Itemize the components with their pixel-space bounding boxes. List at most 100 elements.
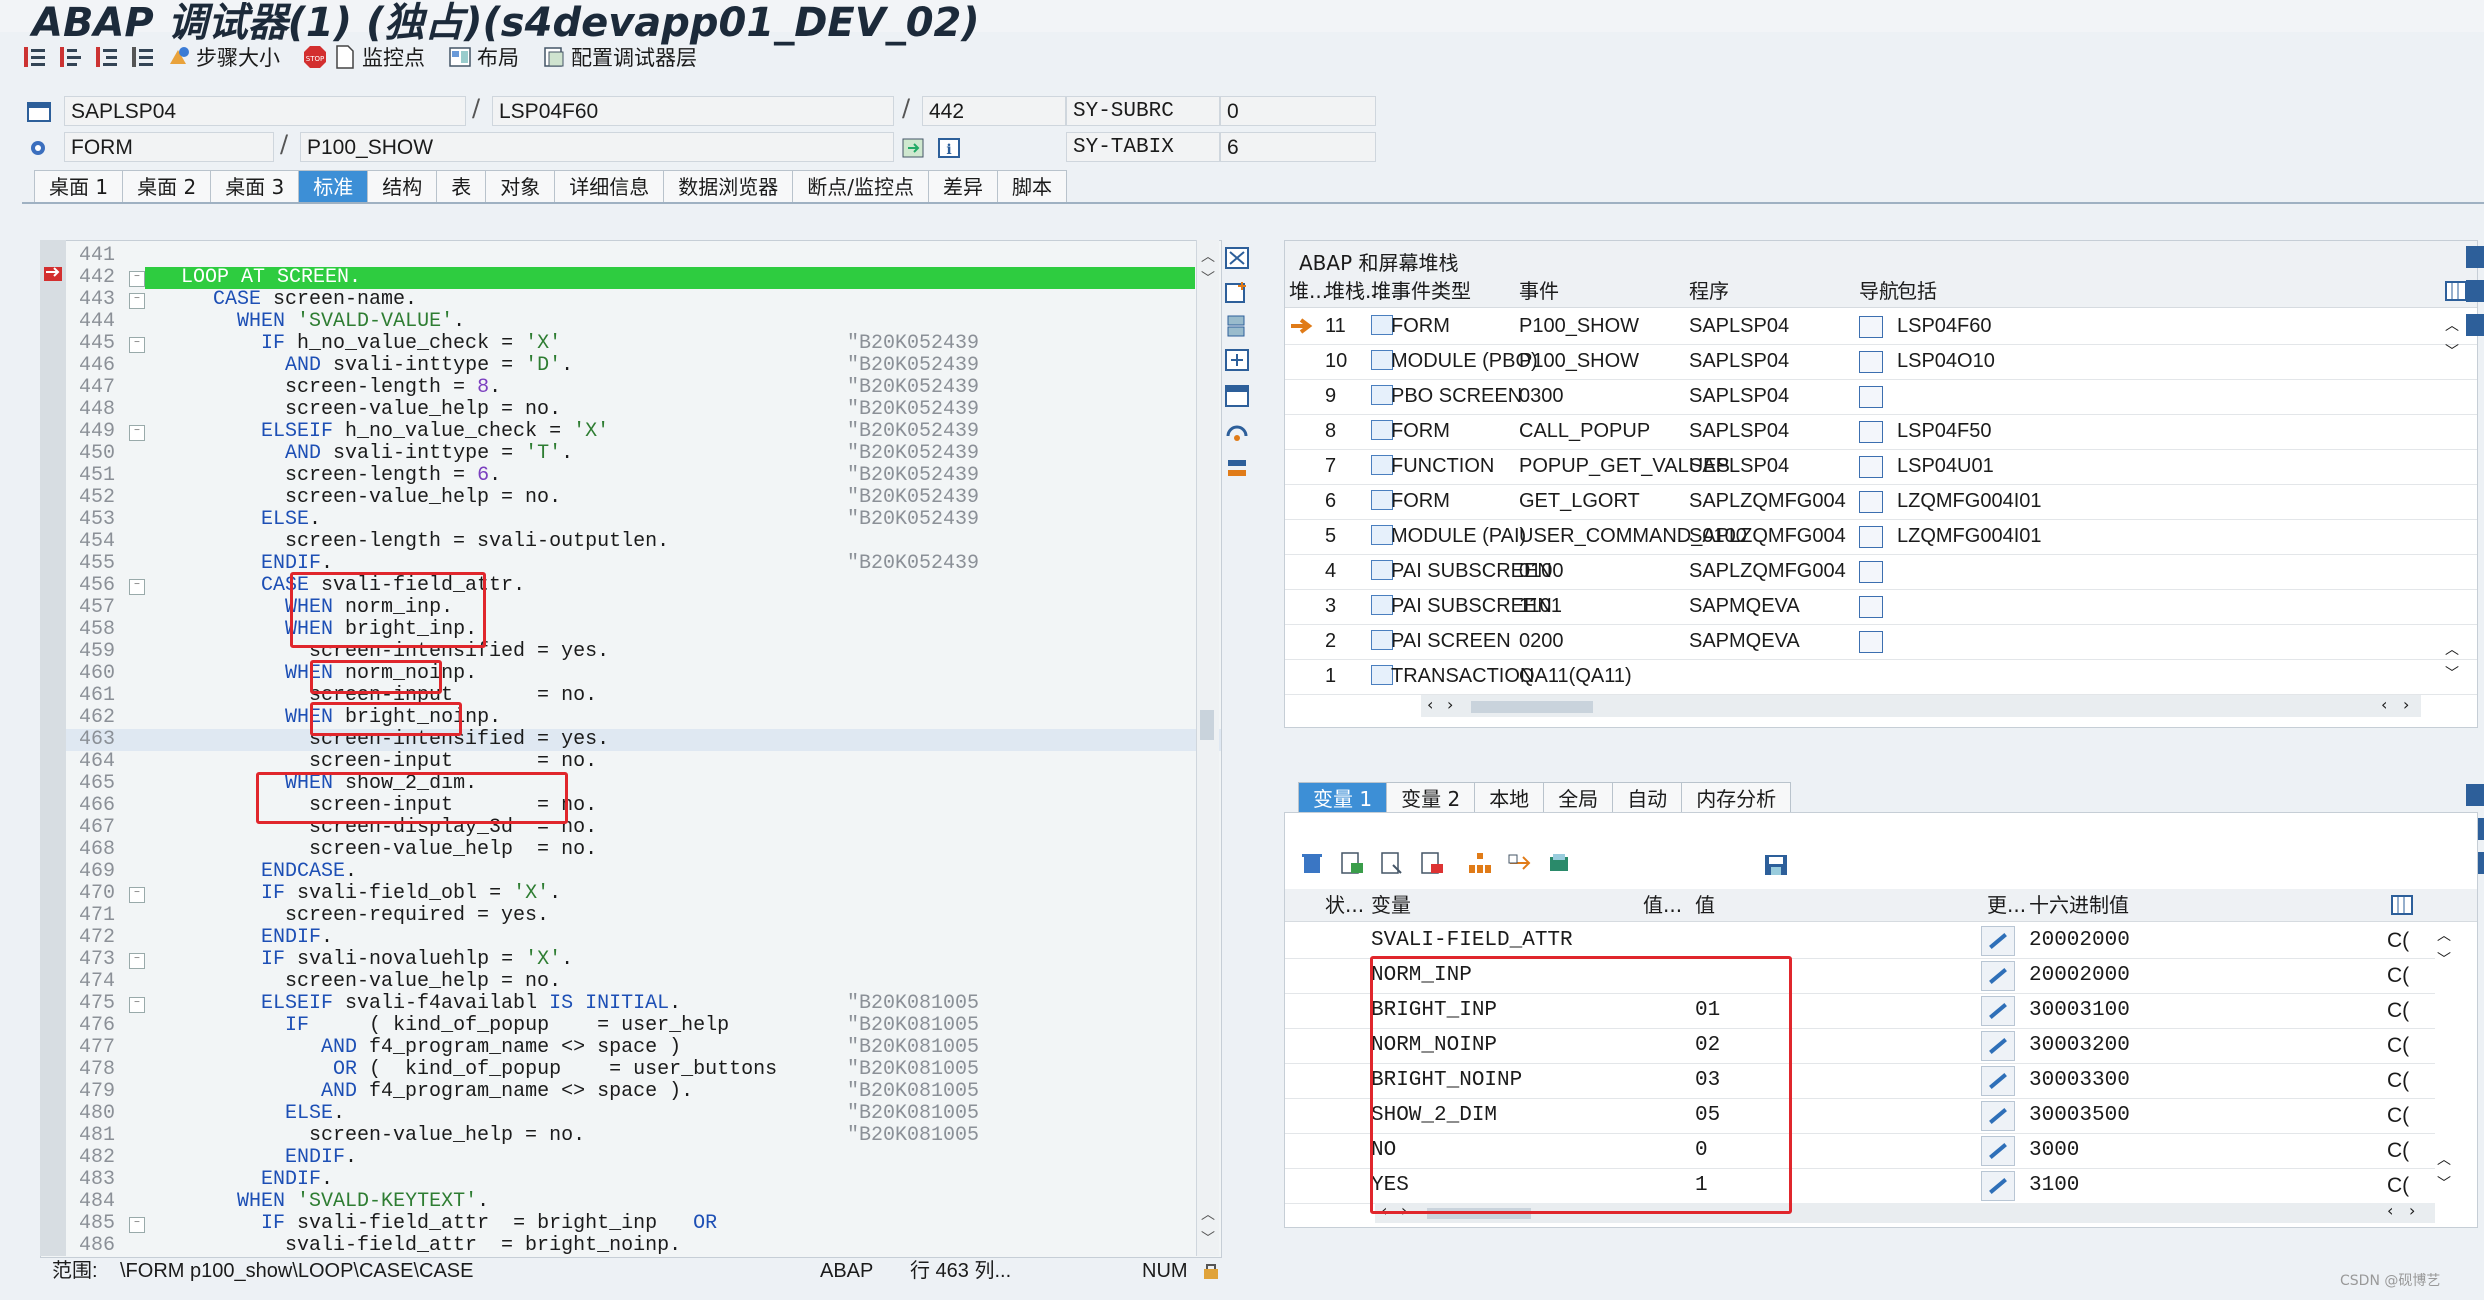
tab-3[interactable]: 标准 bbox=[298, 170, 369, 203]
fold-toggle-icon[interactable]: − bbox=[129, 887, 145, 903]
code-line[interactable]: 472 ENDIF. bbox=[41, 927, 1221, 949]
column-header[interactable]: 堆... bbox=[1289, 275, 1328, 307]
scroll-left-icon[interactable]: ‹ bbox=[2381, 695, 2387, 714]
edit-pencil-icon[interactable] bbox=[1981, 1066, 2015, 1096]
code-line[interactable]: 486 svali-field_attr = bright_noinp. bbox=[41, 1235, 1221, 1257]
code-line[interactable]: 481 screen-value_help = no. "B20K081005 bbox=[41, 1125, 1221, 1147]
variable-tab-4[interactable]: 自动 bbox=[1612, 782, 1683, 815]
code-line[interactable]: 443− CASE screen-name. bbox=[41, 289, 1221, 311]
code-line[interactable]: 455 ENDIF. "B20K052439 bbox=[41, 553, 1221, 575]
tab-1[interactable]: 桌面 2 bbox=[122, 170, 212, 203]
edit-pencil-icon[interactable] bbox=[1981, 926, 2015, 956]
navigate-icon[interactable] bbox=[1859, 309, 1883, 344]
breakpoint-gutter[interactable] bbox=[40, 240, 66, 1256]
code-line[interactable]: 476 IF ( kind_of_popup = user_help "B20K0… bbox=[41, 1015, 1221, 1037]
code-line[interactable]: 485− IF svali-field_attr = bright_inp OR bbox=[41, 1213, 1221, 1235]
stack-row[interactable]: 2 PAI SCREEN 0200 SAPMQEVA bbox=[1285, 624, 2477, 660]
code-line[interactable]: 449− ELSEIF h_no_value_check = 'X' "B20K0… bbox=[41, 421, 1221, 443]
edit-pencil-icon[interactable] bbox=[1981, 1136, 2015, 1166]
code-line[interactable]: 480 ELSE. "B20K081005 bbox=[41, 1103, 1221, 1125]
fold-toggle-icon[interactable]: − bbox=[129, 337, 145, 353]
code-line[interactable]: 461 screen-input = no. bbox=[41, 685, 1221, 707]
fold-toggle-icon[interactable]: − bbox=[129, 997, 145, 1013]
scroll-left-icon[interactable]: ‹ bbox=[1427, 695, 1433, 714]
tab-9[interactable]: 断点/监控点 bbox=[792, 170, 930, 203]
tab-4[interactable]: 结构 bbox=[367, 170, 438, 203]
scroll-right-icon[interactable]: › bbox=[2403, 695, 2409, 714]
code-line[interactable]: 460 WHEN norm_noinp. bbox=[41, 663, 1221, 685]
side-tool-icon[interactable] bbox=[2466, 784, 2484, 806]
fold-toggle-icon[interactable]: − bbox=[129, 953, 145, 969]
scroll-right-icon[interactable]: › bbox=[2409, 1201, 2415, 1220]
column-header[interactable]: 事件 bbox=[1519, 275, 1559, 307]
full-screen-icon[interactable] bbox=[1224, 348, 1250, 372]
column-header[interactable]: 程序 bbox=[1689, 275, 1729, 307]
code-line[interactable]: 441 bbox=[41, 245, 1221, 267]
scroll-up-icon[interactable]: ︿ bbox=[2437, 925, 2451, 945]
side-tool-icon[interactable] bbox=[2466, 314, 2484, 336]
step-size-button[interactable]: 步骤大小 bbox=[166, 42, 280, 72]
transfer-icon[interactable] bbox=[1507, 851, 1533, 879]
editor-scrollbar[interactable]: ︿ ﹀ ︿ ﹀ bbox=[1196, 240, 1219, 1256]
edit-pencil-icon[interactable] bbox=[1981, 1031, 2015, 1061]
delete-icon[interactable] bbox=[1299, 851, 1325, 879]
scroll-down-icon[interactable]: ﹀ bbox=[1201, 1228, 1215, 1248]
navigate-icon[interactable] bbox=[1859, 554, 1883, 589]
code-line[interactable]: 484 WHEN 'SVALD-KEYTEXT'. bbox=[41, 1191, 1221, 1213]
event-type-field[interactable]: FORM bbox=[64, 132, 274, 162]
variable-tab-5[interactable]: 内存分析 bbox=[1681, 782, 1792, 815]
stack-row[interactable]: 5 MODULE (PAI) USER_COMMAND_0100 SAPLZQMFG0… bbox=[1285, 519, 2477, 555]
variable-tab-2[interactable]: 本地 bbox=[1474, 782, 1545, 815]
detail-view-icon[interactable] bbox=[1339, 851, 1365, 879]
tab-8[interactable]: 数据浏览器 bbox=[663, 170, 794, 203]
scroll-up-icon[interactable]: ︿ bbox=[1201, 246, 1215, 266]
tab-7[interactable]: 详细信息 bbox=[554, 170, 665, 203]
scroll-right-icon[interactable]: › bbox=[1447, 695, 1453, 714]
code-line[interactable]: 467 screen-display_3d = no. bbox=[41, 817, 1221, 839]
code-line[interactable]: 462 WHEN bright_noinp. bbox=[41, 707, 1221, 729]
code-line[interactable]: 456− CASE svali-field_attr. bbox=[41, 575, 1221, 597]
code-line[interactable]: 468 screen-value_help = no. bbox=[41, 839, 1221, 861]
code-line[interactable]: 469 ENDCASE. bbox=[41, 861, 1221, 883]
hierarchy-icon[interactable] bbox=[1467, 851, 1493, 879]
export-icon[interactable] bbox=[1547, 851, 1573, 879]
navigate-icon[interactable] bbox=[1859, 379, 1883, 414]
tab-10[interactable]: 差异 bbox=[928, 170, 999, 203]
event-field[interactable]: P100_SHOW bbox=[300, 132, 894, 162]
column-header[interactable]: 值 bbox=[1695, 889, 1715, 921]
code-line[interactable]: 479 AND f4_program_name <> space ). "B20K… bbox=[41, 1081, 1221, 1103]
save-icon[interactable] bbox=[1763, 853, 1789, 881]
tab-5[interactable]: 表 bbox=[436, 170, 487, 203]
navigate-icon[interactable] bbox=[900, 136, 926, 164]
navigate-icon[interactable] bbox=[1859, 624, 1883, 659]
stack-row[interactable]: 4 PAI SUBSCREEN 0100 SAPLZQMFG004 bbox=[1285, 554, 2477, 590]
code-line[interactable]: 466 screen-input = no. bbox=[41, 795, 1221, 817]
code-line[interactable]: 450 AND svali-inttype = 'T'. "B20K052439 bbox=[41, 443, 1221, 465]
column-header[interactable]: 更... bbox=[1987, 889, 2026, 921]
horizontal-scrollbar[interactable]: ‹ › ‹ › bbox=[1421, 695, 2421, 717]
scroll-down-icon[interactable]: ﹀ bbox=[2437, 949, 2451, 969]
code-line[interactable]: 471 screen-required = yes. bbox=[41, 905, 1221, 927]
edit-pencil-icon[interactable] bbox=[1981, 1171, 2015, 1201]
code-line[interactable]: 444 WHEN 'SVALD-VALUE'. bbox=[41, 311, 1221, 333]
scroll-down-icon[interactable]: ﹀ bbox=[2445, 341, 2459, 361]
code-line[interactable]: 474 screen-value_help = no. bbox=[41, 971, 1221, 993]
sy-tabix-value[interactable]: 6 bbox=[1220, 132, 1376, 162]
scroll-left-icon[interactable]: ‹ bbox=[2387, 1201, 2393, 1220]
scroll-thumb[interactable] bbox=[1471, 701, 1593, 713]
column-settings-icon[interactable] bbox=[2391, 895, 2413, 919]
watchpoint-button[interactable]: STOP 监控点 bbox=[302, 42, 425, 72]
code-line[interactable]: 470− IF svali-field_obl = 'X'. bbox=[41, 883, 1221, 905]
maximize-icon[interactable] bbox=[1224, 246, 1250, 270]
column-header[interactable]: 包括 bbox=[1897, 275, 1937, 307]
code-line[interactable]: 473− IF svali-novaluehlp = 'X'. bbox=[41, 949, 1221, 971]
code-line[interactable]: 453 ELSE. "B20K052439 bbox=[41, 509, 1221, 531]
replace-tool-icon[interactable] bbox=[1224, 314, 1250, 338]
code-line[interactable]: 482 ENDIF. bbox=[41, 1147, 1221, 1169]
source-code-editor[interactable]: 441 442− LOOP AT SCREEN. 443− CASE screen-… bbox=[40, 240, 1222, 1258]
navigate-icon[interactable] bbox=[1859, 519, 1883, 554]
stack-row[interactable]: 11 FORM P100_SHOW SAPLSP04 LSP04F60 bbox=[1285, 309, 2477, 345]
table-view-icon[interactable] bbox=[1419, 851, 1445, 879]
side-tool-icon[interactable] bbox=[2466, 280, 2484, 302]
sy-subrc-value[interactable]: 0 bbox=[1220, 96, 1376, 126]
